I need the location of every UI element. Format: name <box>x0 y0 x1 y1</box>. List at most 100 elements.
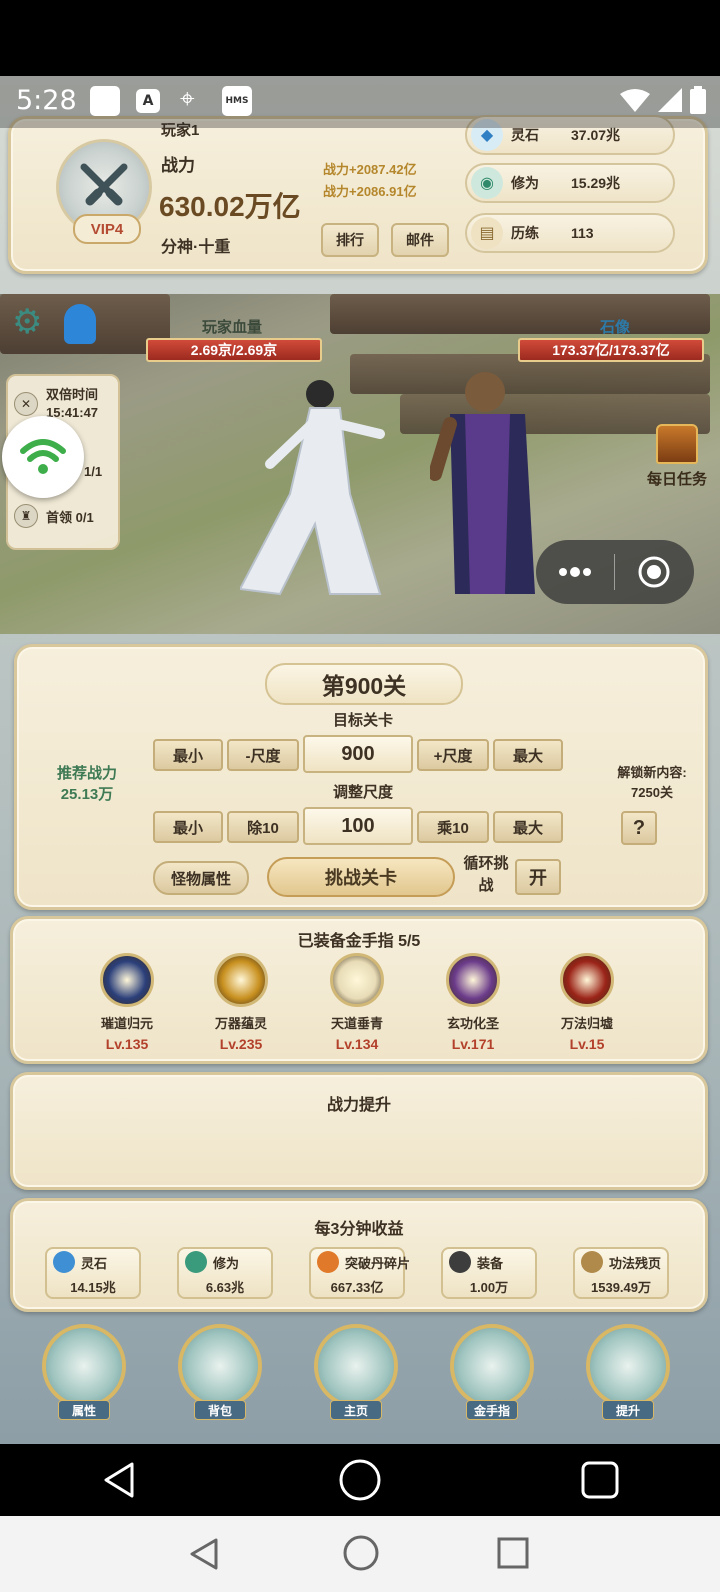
stage-min-button[interactable]: 最小 <box>153 739 223 771</box>
resource-name: 修为 <box>511 175 539 191</box>
resource-value: 113 <box>571 225 594 241</box>
wifi-floating-button[interactable] <box>2 416 84 498</box>
mini-program-capsule <box>536 540 694 604</box>
income-item-icon <box>449 1251 471 1273</box>
status-time: 5:28 <box>16 85 77 116</box>
golden-finger-item[interactable]: 万器蕴灵 Lv.235 <box>191 953 291 1052</box>
golden-finger-orb-icon <box>330 953 384 1007</box>
player-character <box>240 380 385 596</box>
boss-row: ♜ 首领 0/1 <box>14 504 94 528</box>
cell-signal-icon <box>658 88 682 112</box>
loop-challenge-label: 循环挑战 <box>463 855 509 894</box>
back-icon[interactable] <box>186 1536 222 1572</box>
scale-max-button[interactable]: 最大 <box>493 811 563 843</box>
income-item-name: 装备 <box>477 1256 504 1271</box>
player-info-panel: VIP4 玩家1 战力 630.02万亿 分神·十重 战力+2087.42亿 战… <box>8 115 708 274</box>
realm-label: 分神·十重 <box>161 239 231 256</box>
more-button[interactable] <box>536 566 614 578</box>
double-time-row: ✕ 双倍时间 15:41:47 <box>14 386 98 422</box>
daily-task-button[interactable]: 每日任务 <box>642 424 712 489</box>
notification-square-icon <box>90 86 120 116</box>
nav-label: 属性 <box>58 1400 110 1420</box>
income-item-value: 1.00万 <box>469 1280 509 1295</box>
golden-finger-item[interactable]: 璀道归元 Lv.135 <box>77 953 177 1052</box>
upgrade-icon <box>586 1324 670 1408</box>
stage-minus-scale-button[interactable]: -尺度 <box>227 739 299 771</box>
stage-max-button[interactable]: 最大 <box>493 739 563 771</box>
battle-scene: ⚙ 玩家血量 2.69京/2.69京 石像 173.37亿/173.37亿 ✕ … <box>0 294 720 634</box>
scale-label: 调整尺度 <box>332 784 393 801</box>
home-icon[interactable] <box>338 1458 382 1502</box>
scale-mul10-button[interactable]: 乘10 <box>417 811 489 843</box>
income-title: 每3分钟收益 <box>314 1221 404 1238</box>
resource-training: ▤ 历练 113 <box>465 213 675 253</box>
stage-value[interactable]: 900 <box>303 735 413 773</box>
power-gain-1: 战力+2087.42亿 <box>323 162 417 177</box>
income-item-name: 功法残页 <box>609 1256 662 1271</box>
nav-golden-finger[interactable]: 金手指 <box>444 1324 540 1424</box>
golden-finger-orb-icon <box>560 953 614 1007</box>
golden-finger-item[interactable]: 万法归墟 Lv.15 <box>537 953 637 1052</box>
nav-upgrade[interactable]: 提升 <box>580 1324 676 1424</box>
target-circle-icon <box>638 556 670 588</box>
recents-icon[interactable] <box>580 1460 620 1500</box>
golden-finger-orb-icon <box>446 953 500 1007</box>
income-item-name: 突破丹碎片 <box>345 1256 411 1271</box>
golden-finger-level: Lv.171 <box>451 1036 495 1052</box>
nav-attributes[interactable]: 属性 <box>36 1324 132 1424</box>
target-stage-label: 目标关卡 <box>332 712 393 729</box>
scale-div10-button[interactable]: 除10 <box>227 811 299 843</box>
nav-home[interactable]: 主页 <box>308 1324 404 1424</box>
status-right-icons <box>620 86 706 114</box>
home-icon[interactable] <box>342 1534 380 1572</box>
golden-finger-orb-icon <box>100 953 154 1007</box>
golden-finger-orb-icon <box>214 953 268 1007</box>
a-icon: A <box>136 89 160 113</box>
battery-icon <box>690 86 706 114</box>
nav-label: 提升 <box>602 1400 654 1420</box>
income-item-value: 667.33亿 <box>330 1280 384 1295</box>
nav-backpack[interactable]: 背包 <box>172 1324 268 1424</box>
golden-finger-name: 万器蕴灵 <box>214 1016 267 1031</box>
golden-finger-level: Lv.135 <box>105 1036 149 1052</box>
income-item-value: 6.63兆 <box>205 1280 245 1295</box>
golden-finger-icon <box>450 1324 534 1408</box>
scale-value[interactable]: 100 <box>303 807 413 845</box>
wifi-icon <box>20 439 66 474</box>
resource-name: 灵石 <box>511 127 539 143</box>
rank-button[interactable]: 排行 <box>321 223 379 257</box>
unlock-value: 7250关 <box>631 785 673 800</box>
recommend-value: 25.13万 <box>60 786 114 803</box>
stage-plus-scale-button[interactable]: +尺度 <box>417 739 489 771</box>
income-item-value: 14.15兆 <box>70 1280 116 1295</box>
income-item: 功法残页 1539.49万 <box>573 1247 669 1299</box>
monster-attributes-button[interactable]: 怪物属性 <box>153 861 249 895</box>
nav-label: 主页 <box>330 1400 382 1420</box>
qq-penguin-icon[interactable] <box>64 304 96 344</box>
boss-icon: ♜ <box>14 504 38 528</box>
gear-icon[interactable]: ⚙ <box>12 304 48 340</box>
challenge-stage-button[interactable]: 挑战关卡 <box>267 857 455 897</box>
income-item-value: 1539.49万 <box>591 1280 651 1295</box>
scale-min-button[interactable]: 最小 <box>153 811 223 843</box>
power-up-panel: 战力提升 <box>10 1072 708 1190</box>
income-item: 装备 1.00万 <box>441 1247 537 1299</box>
golden-finger-level: Lv.134 <box>335 1036 379 1052</box>
golden-finger-item[interactable]: 天道垂青 Lv.134 <box>307 953 407 1052</box>
back-icon[interactable] <box>100 1460 140 1500</box>
close-button[interactable] <box>615 555 693 589</box>
stage-panel: 第900关 目标关卡 推荐战力 25.13万 最小 -尺度 900 +尺度 最大… <box>14 644 708 910</box>
help-button[interactable]: ? <box>621 811 657 845</box>
enemy-hp-bar: 173.37亿/173.37亿 <box>518 338 704 362</box>
loop-challenge-toggle[interactable]: 开 <box>515 859 561 895</box>
counter-value: 1/1 <box>84 464 103 479</box>
recents-icon[interactable] <box>496 1536 530 1570</box>
mail-button[interactable]: 邮件 <box>391 223 449 257</box>
golden-finger-name: 万法归墟 <box>560 1016 613 1031</box>
player-hp-label: 玩家血量 <box>202 319 263 336</box>
golden-finger-level: Lv.15 <box>569 1036 605 1052</box>
income-panel: 每3分钟收益 灵石 14.15兆 修为 6.63兆 突破丹碎片 667.33亿 装备 1.00… <box>10 1198 708 1312</box>
golden-finger-name: 天道垂青 <box>330 1016 383 1031</box>
nav-label: 背包 <box>194 1400 246 1420</box>
golden-finger-item[interactable]: 玄功化圣 Lv.171 <box>423 953 523 1052</box>
